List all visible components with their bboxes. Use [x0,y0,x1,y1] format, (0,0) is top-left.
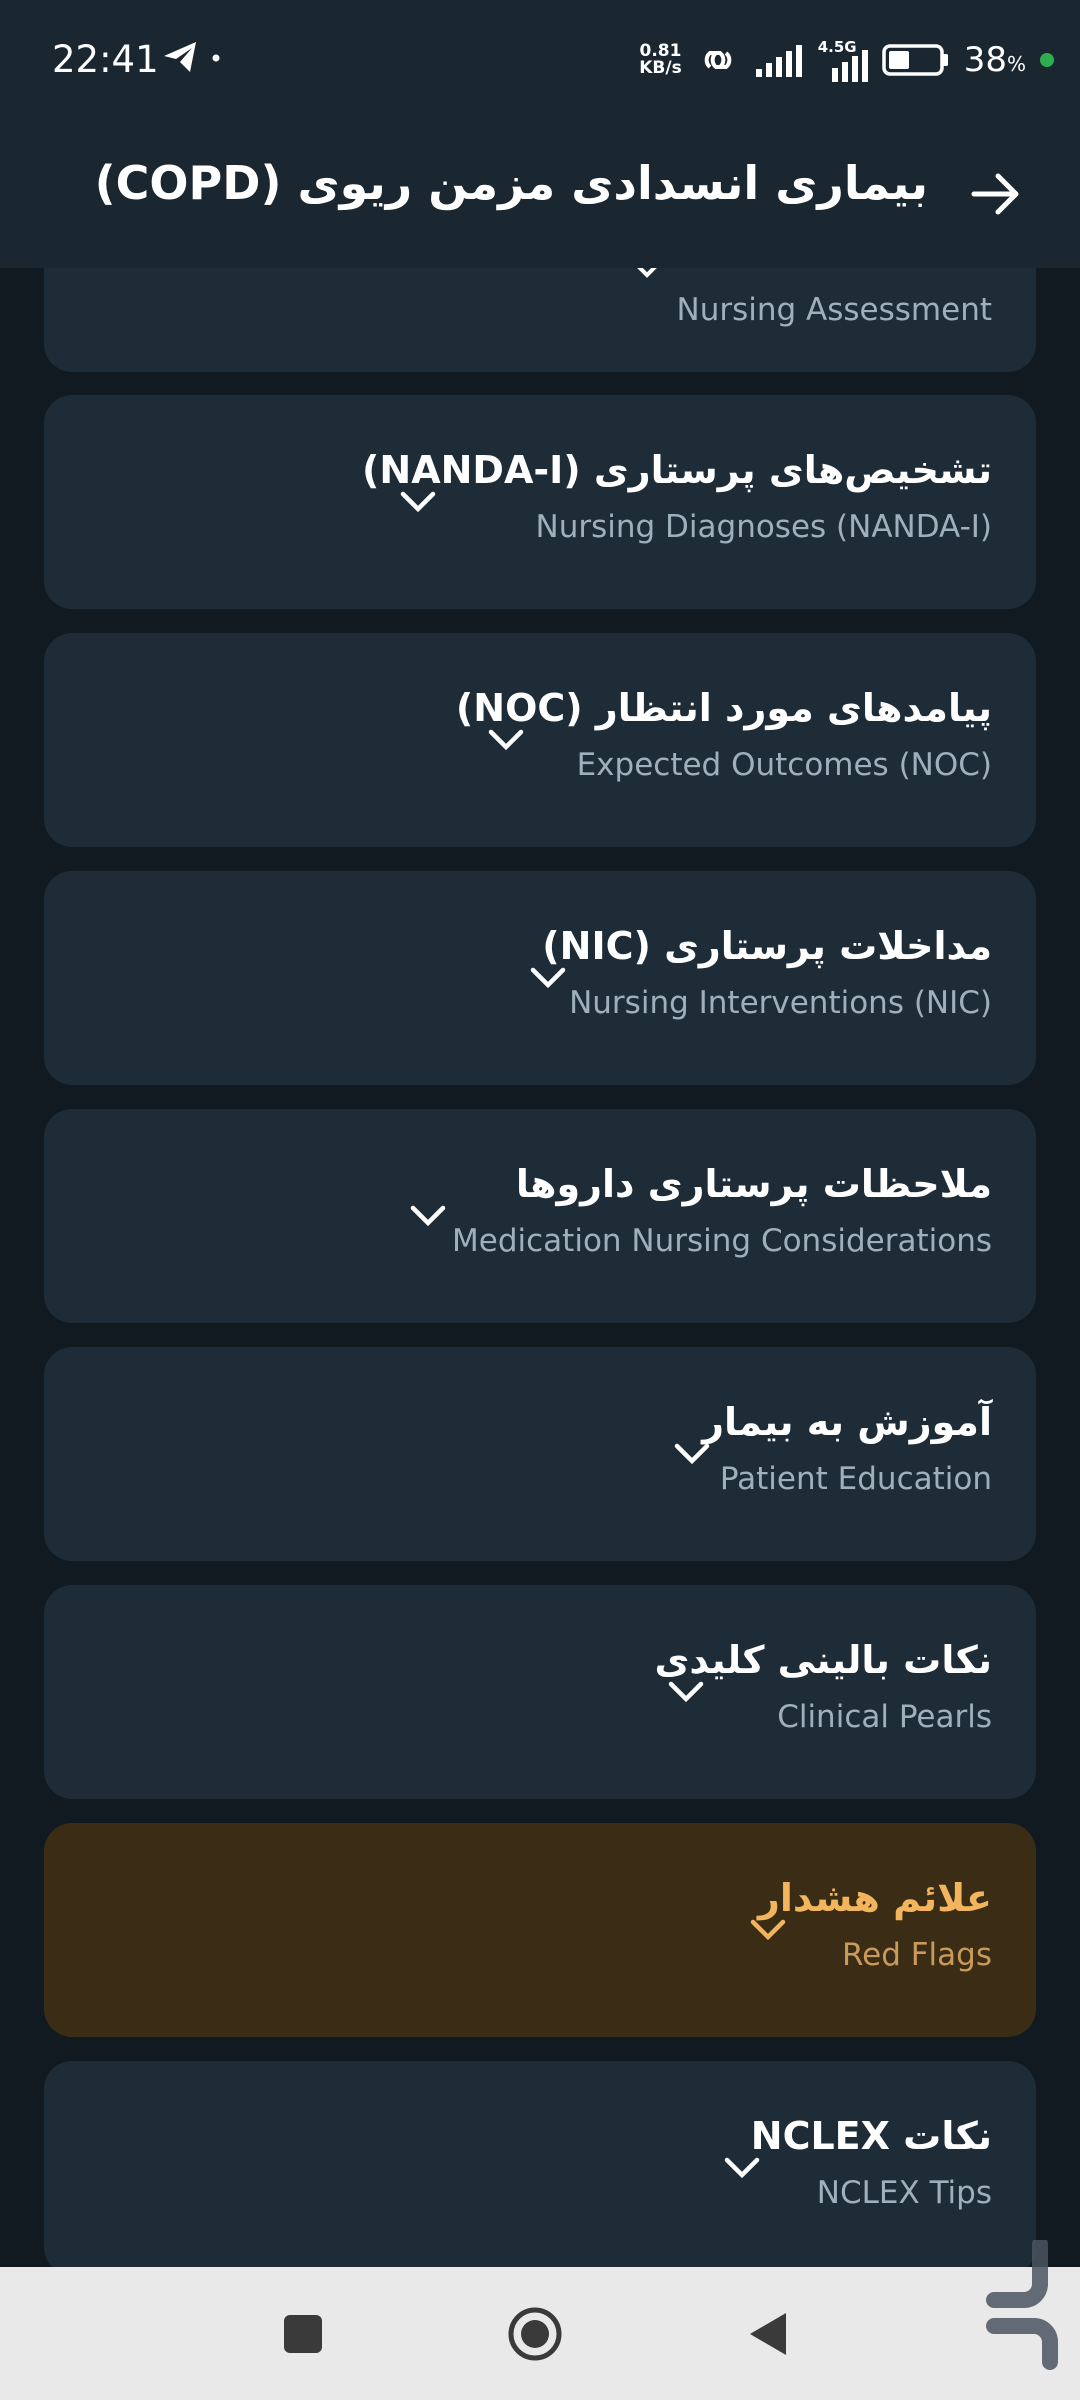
card-subtitle: Medication Nursing Considerations [452,1223,992,1259]
card-subtitle: Patient Education [719,1461,992,1497]
card-subtitle: Nursing Diagnoses (NANDA-I) [535,509,992,545]
section-card-medication-considerations[interactable]: ملاحظات پرستاری داروها Medication Nursin… [44,1109,1036,1323]
card-title: علائم هشدار [758,1876,992,1920]
status-right-icons: 0.81 KB/s 4.5G 38% [639,34,1054,86]
card-text: علائم هشدار Red Flags [758,1873,992,1975]
card-subtitle: Expected Outcomes (NOC) [576,747,992,783]
section-card-nursing-diagnoses[interactable]: تشخیص‌های پرستاری (NANDA-I) Nursing Diag… [44,395,1036,609]
status-bar: 22:41 0.81 KB/s 4.5G 38% [0,0,1080,120]
card-text: آموزش به بیمار Patient Education [702,1397,992,1499]
status-time: 22:41 [52,38,159,81]
app-bar: بیماری انسدادی مزمن ریوی (COPD) [0,120,1080,268]
card-title: ملاحظات پرستاری داروها [515,1162,992,1206]
card-title: تشخیص‌های پرستاری (NANDA-I) [362,448,992,492]
telegram-icon [164,42,220,72]
dot-icon [212,54,220,62]
chevron-down-icon [410,1205,446,1227]
card-text: Nursing Assessment [677,278,992,330]
card-title: پیامدهای مورد انتظار (NOC) [455,686,992,730]
card-title: نکات بالینی کلیدی [654,1638,992,1682]
section-card-expected-outcomes[interactable]: پیامدهای مورد انتظار (NOC) Expected Outc… [44,633,1036,847]
chevron-down-icon [668,1681,704,1703]
hotspot-link-icon [704,51,731,69]
recent-apps-square-icon[interactable] [282,2313,324,2355]
section-card-nclex-tips[interactable]: نکات NCLEX NCLEX Tips [44,2061,1036,2267]
battery-icon [881,44,948,76]
card-subtitle: Red Flags [841,1937,992,1973]
system-nav-bar [0,2267,1080,2400]
card-subtitle: Nursing Assessment [676,292,992,328]
card-subtitle: NCLEX Tips [816,2175,992,2211]
card-text: تشخیص‌های پرستاری (NANDA-I) Nursing Diag… [362,445,992,547]
chevron-down-icon [674,1443,710,1465]
card-title: آموزش به بیمار [702,1400,992,1444]
page-title: بیماری انسدادی مزمن ریوی (COPD) [94,156,928,210]
privacy-indicator-dot [1040,53,1054,67]
status-left-icons [162,38,222,82]
chevron-down-icon [488,729,524,751]
card-text: مداخلات پرستاری (NIC) Nursing Interventi… [542,921,992,1023]
section-card-red-flags[interactable]: علائم هشدار Red Flags [44,1823,1036,2037]
signal-icon [755,45,802,77]
chevron-down-icon [637,268,657,278]
signal-icon [831,50,868,82]
store-watermark-icon [986,2240,1058,2370]
card-title: نکات NCLEX [750,2114,992,2158]
chevron-down-icon [400,491,436,513]
chevron-down-icon [530,967,566,989]
battery-percentage: 38% [963,40,1026,80]
arrow-right-icon[interactable] [968,166,1024,222]
section-list: Nursing Assessment تشخیص‌های پرستاری (NA… [0,268,1080,2267]
net-speed-unit: KB/s [639,58,682,78]
signal-4g-group: 4.5G [818,38,868,82]
section-card-nursing-interventions[interactable]: مداخلات پرستاری (NIC) Nursing Interventi… [44,871,1036,1085]
card-title: مداخلات پرستاری (NIC) [542,924,992,968]
chevron-down-icon [724,2157,760,2179]
section-card-patient-education[interactable]: آموزش به بیمار Patient Education [44,1347,1036,1561]
network-speed: 0.81 KB/s [639,43,681,77]
home-circle-icon[interactable] [506,2305,564,2363]
back-triangle-icon[interactable] [746,2309,790,2359]
chevron-down-icon [750,1919,786,1941]
card-text: ملاحظات پرستاری داروها Medication Nursin… [452,1159,992,1261]
section-card-nursing-assessment[interactable]: Nursing Assessment [44,268,1036,372]
card-text: پیامدهای مورد انتظار (NOC) Expected Outc… [456,683,992,785]
card-subtitle: Nursing Interventions (NIC) [569,985,992,1021]
card-text: نکات NCLEX NCLEX Tips [751,2111,992,2213]
section-card-clinical-pearls[interactable]: نکات بالینی کلیدی Clinical Pearls [44,1585,1036,1799]
